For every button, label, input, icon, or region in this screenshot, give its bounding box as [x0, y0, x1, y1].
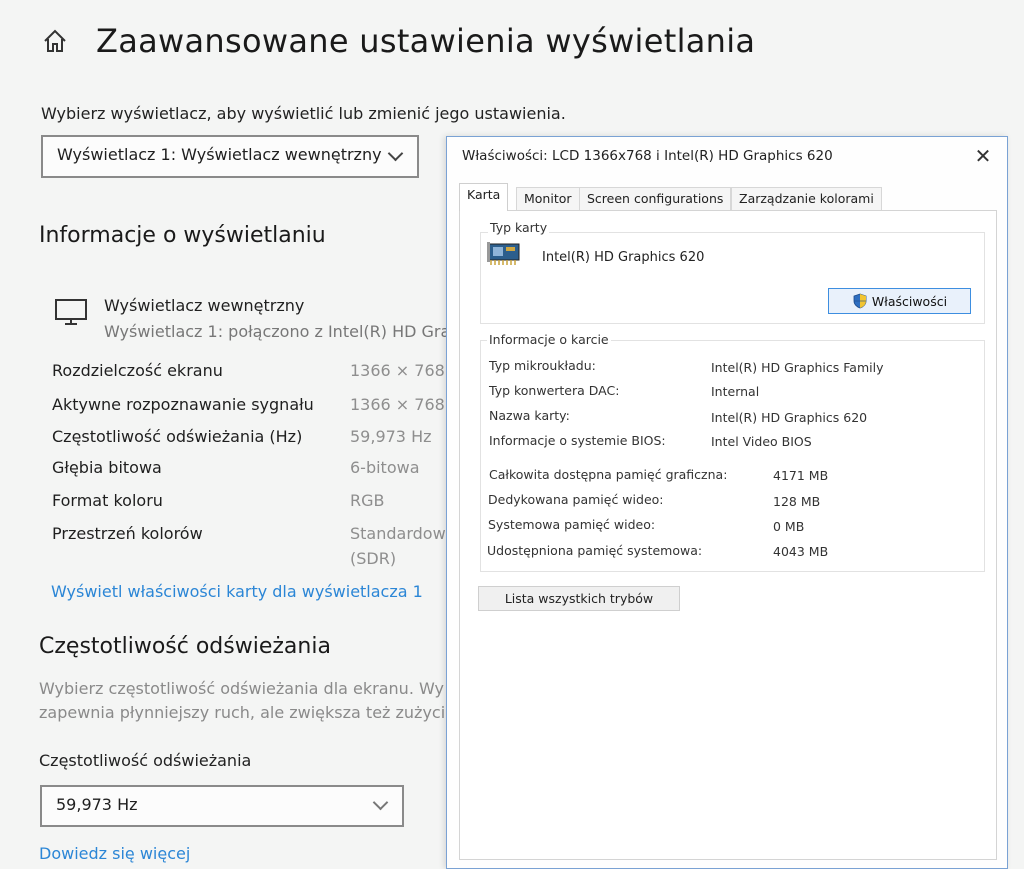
list-all-modes-label: Lista wszystkich trybów	[504, 591, 654, 606]
info-label: Aktywne rozpoznawanie sygnału	[52, 395, 314, 414]
memory-value: 4171 MB	[773, 468, 829, 483]
display-name: Wyświetlacz wewnętrzny	[104, 296, 305, 315]
choose-display-label: Wybierz wyświetlacz, aby wyświetlić lub …	[41, 104, 566, 123]
tab-screen-configurations[interactable]: Screen configurations	[579, 187, 732, 210]
info-value-2: (SDR)	[350, 549, 397, 568]
properties-button-label: Właściwości	[871, 293, 948, 309]
info-label: Przestrzeń kolorów	[52, 524, 203, 543]
display-info-title: Informacje o wyświetlaniu	[39, 223, 326, 248]
info-row-color-format: Format koloru RGB	[52, 491, 447, 517]
refresh-desc-line-2: zapewnia płynniejszy ruch, ale zwiększa …	[39, 703, 456, 722]
chevron-down-icon	[387, 145, 404, 162]
list-all-modes-button[interactable]: Lista wszystkich trybów	[478, 586, 680, 611]
card-info-label: Informacje o systemie BIOS:	[489, 433, 666, 448]
memory-value: 0 MB	[773, 519, 805, 534]
refresh-rate-select[interactable]: 59,973 Hz	[40, 785, 404, 827]
adapter-properties-link[interactable]: Wyświetl właściwości karty dla wyświetla…	[51, 582, 423, 601]
info-value: RGB	[350, 491, 385, 510]
card-info-label: Nazwa karty:	[489, 408, 570, 423]
memory-value: 128 MB	[773, 494, 821, 509]
info-row-color-space: Przestrzeń kolorów Standardow (SDR)	[52, 524, 447, 572]
close-icon[interactable]: ✕	[973, 146, 993, 166]
info-value: Standardow	[350, 524, 446, 543]
card-info-label: Typ konwertera DAC:	[489, 383, 620, 398]
refresh-desc-line-1: Wybierz częstotliwość odświeżania dla ek…	[39, 679, 444, 698]
refresh-rate-title: Częstotliwość odświeżania	[39, 634, 331, 659]
home-icon[interactable]	[42, 28, 68, 54]
display-select-value: Wyświetlacz 1: Wyświetlacz wewnętrzny	[57, 145, 382, 164]
info-label: Głębia bitowa	[52, 458, 162, 477]
memory-label: Systemowa pamięć wideo:	[488, 517, 656, 532]
info-label: Rozdzielczość ekranu	[52, 361, 223, 380]
card-info-value: Intel(R) HD Graphics 620	[711, 410, 868, 425]
info-value: 6-bitowa	[350, 458, 420, 477]
shield-icon	[853, 293, 867, 309]
memory-value: 4043 MB	[773, 544, 829, 559]
properties-dialog: Właściwości: LCD 1366x768 i Intel(R) HD …	[446, 136, 1008, 869]
card-info-value: Intel(R) HD Graphics Family	[711, 360, 884, 375]
card-type-title: Typ karty	[488, 220, 550, 235]
memory-label: Całkowita dostępna pamięć graficzna:	[489, 467, 728, 482]
info-row-bit-depth: Głębia bitowa 6-bitowa	[52, 458, 447, 484]
chevron-down-icon	[372, 794, 389, 811]
memory-label: Udostępniona pamięć systemowa:	[487, 543, 703, 558]
refresh-rate-value: 59,973 Hz	[56, 795, 138, 814]
memory-label: Dedykowana pamięć wideo:	[488, 492, 664, 507]
refresh-rate-label: Częstotliwość odświeżania	[39, 751, 252, 770]
display-connection: Wyświetlacz 1: połączono z Intel(R) HD G…	[104, 322, 476, 341]
info-row-resolution: Rozdzielczość ekranu 1366 × 768	[52, 361, 447, 387]
properties-button[interactable]: Właściwości	[828, 288, 971, 314]
info-row-active-signal: Aktywne rozpoznawanie sygnału 1366 × 768	[52, 395, 447, 421]
info-value: 1366 × 768	[350, 361, 445, 380]
tab-monitor[interactable]: Monitor	[516, 187, 580, 210]
dialog-title: Właściwości: LCD 1366x768 i Intel(R) HD …	[462, 148, 833, 164]
graphics-card-icon	[487, 242, 520, 265]
info-value: 1366 × 768	[350, 395, 445, 414]
info-label: Format koloru	[52, 491, 163, 510]
card-info-value: Intel Video BIOS	[711, 434, 812, 449]
tab-color-management[interactable]: Zarządzanie kolorami	[731, 187, 882, 210]
page-title: Zaawansowane ustawienia wyświetlania	[96, 22, 756, 60]
card-info-value: Internal	[711, 384, 760, 399]
display-select[interactable]: Wyświetlacz 1: Wyświetlacz wewnętrzny	[41, 135, 419, 178]
info-value: 59,973 Hz	[350, 427, 432, 446]
monitor-icon	[55, 299, 87, 325]
card-info-label: Typ mikroukładu:	[489, 358, 596, 373]
card-info-title: Informacje o karcie	[487, 332, 611, 347]
info-label: Częstotliwość odświeżania (Hz)	[52, 427, 303, 446]
info-row-refresh-rate: Częstotliwość odświeżania (Hz) 59,973 Hz	[52, 427, 447, 453]
card-name: Intel(R) HD Graphics 620	[542, 250, 705, 265]
tab-karta[interactable]: Karta	[459, 183, 509, 211]
learn-more-link[interactable]: Dowiedz się więcej	[39, 844, 190, 863]
